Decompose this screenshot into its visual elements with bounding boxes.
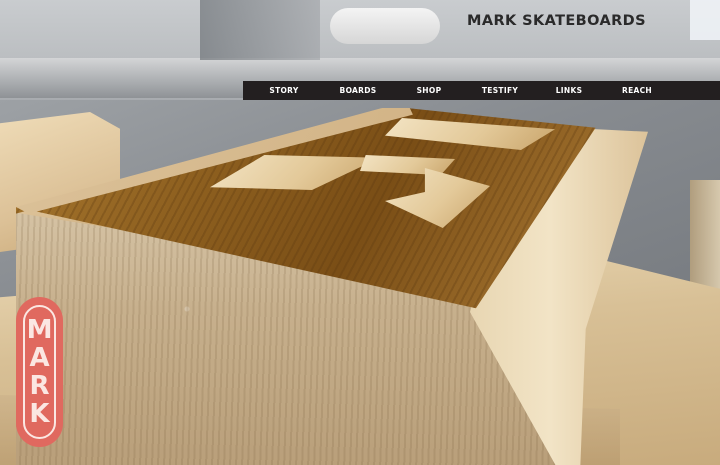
nav-item-testify[interactable]: TESTIFY [480,86,520,95]
hero-stage: MARK SKATEBOARDS STORY BOARDS SHOP TESTI… [0,0,720,465]
logo-frame: M A R K [23,305,56,439]
nav-item-links[interactable]: LINKS [555,86,583,95]
nav-item-shop[interactable]: SHOP [416,86,442,95]
nav-item-reach[interactable]: REACH [621,86,653,95]
background-machine [200,0,320,60]
logo-letter: M [26,315,53,345]
background-window [690,0,720,40]
nav-item-story[interactable]: STORY [268,86,300,95]
nav-item-boards[interactable]: BOARDS [339,86,377,95]
logo-letter: R [29,371,50,401]
background-paper-roll [330,8,440,44]
logo-letter: A [29,343,50,373]
main-nav: STORY BOARDS SHOP TESTIFY LINKS REACH [243,81,720,100]
mark-logo[interactable]: M A R K [16,297,63,447]
logo-letter: K [29,399,50,429]
brand-title[interactable]: MARK SKATEBOARDS [467,13,646,29]
